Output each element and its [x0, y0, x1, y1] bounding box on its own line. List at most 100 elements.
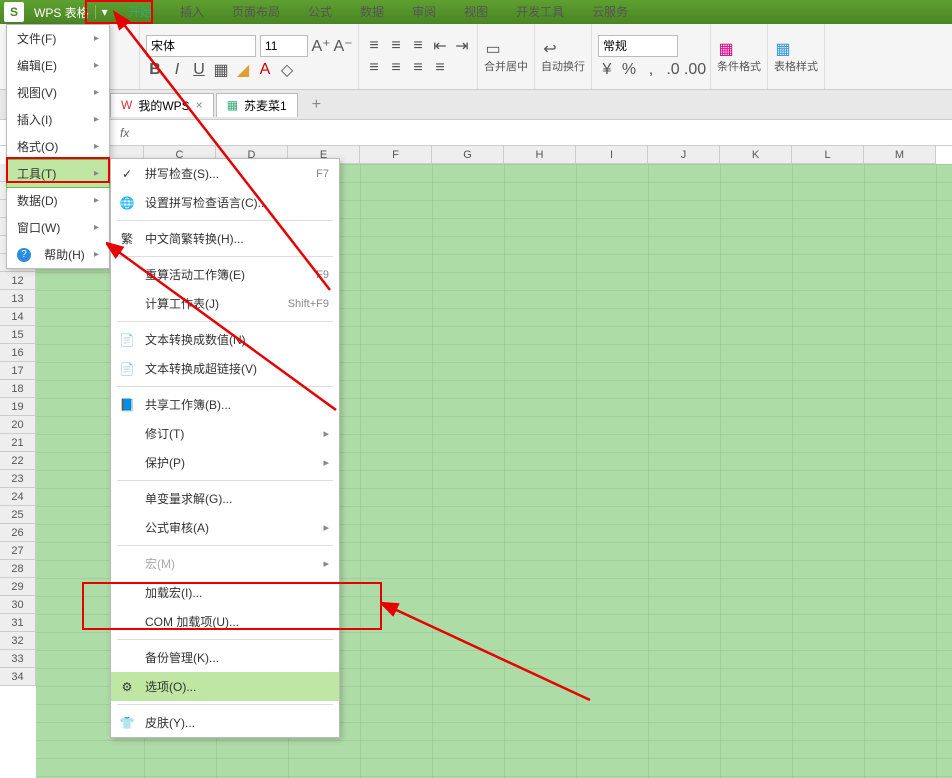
row-header[interactable]: 33: [0, 650, 36, 668]
menu-data[interactable]: 数据: [346, 0, 398, 24]
underline-icon[interactable]: U: [190, 61, 208, 79]
submenu-item[interactable]: 计算工作表(J)Shift+F9: [111, 289, 339, 318]
col-header[interactable]: J: [648, 146, 720, 164]
menu-view[interactable]: 视图: [450, 0, 502, 24]
table-style-icon[interactable]: ▦: [774, 40, 792, 58]
submenu-item[interactable]: 重算活动工作簿(E)F9: [111, 260, 339, 289]
row-header[interactable]: 13: [0, 290, 36, 308]
submenu-item[interactable]: 📄文本转换成超链接(V): [111, 354, 339, 383]
submenu-item[interactable]: 👕皮肤(Y)...: [111, 708, 339, 737]
row-header[interactable]: 18: [0, 380, 36, 398]
merge-label[interactable]: 合并居中: [484, 58, 528, 74]
row-header[interactable]: 27: [0, 542, 36, 560]
col-header[interactable]: K: [720, 146, 792, 164]
cond-format-icon[interactable]: ▦: [717, 40, 735, 58]
doc-tab-file[interactable]: ▦ 苏麦菜1: [216, 93, 298, 117]
menu-layout[interactable]: 页面布局: [218, 0, 294, 24]
italic-icon[interactable]: I: [168, 61, 186, 79]
align-center-icon[interactable]: ≡: [387, 59, 405, 77]
fx-icon[interactable]: fx: [110, 126, 139, 140]
add-tab-button[interactable]: +: [300, 96, 333, 114]
main-menu-item[interactable]: 插入(I)▸: [7, 106, 109, 133]
row-header[interactable]: 14: [0, 308, 36, 326]
number-format-select[interactable]: 常规: [598, 35, 678, 57]
font-name-select[interactable]: 宋体: [146, 35, 256, 57]
increase-font-icon[interactable]: A⁺: [312, 37, 330, 55]
row-header[interactable]: 22: [0, 452, 36, 470]
align-top-icon[interactable]: ≡: [365, 37, 383, 55]
menu-insert[interactable]: 插入: [166, 0, 218, 24]
submenu-item[interactable]: 繁中文简繁转换(H)...: [111, 224, 339, 253]
menu-review[interactable]: 审阅: [398, 0, 450, 24]
row-header[interactable]: 31: [0, 614, 36, 632]
decrease-font-icon[interactable]: A⁻: [334, 37, 352, 55]
submenu-item[interactable]: 修订(T)▸: [111, 419, 339, 448]
submenu-item[interactable]: 加载宏(I)...: [111, 578, 339, 607]
main-menu-item[interactable]: 文件(F)▸: [7, 25, 109, 52]
main-menu-item[interactable]: ?帮助(H)▸: [7, 241, 109, 268]
row-header[interactable]: 21: [0, 434, 36, 452]
submenu-item[interactable]: 保护(P)▸: [111, 448, 339, 477]
currency-icon[interactable]: ¥: [598, 61, 616, 79]
font-size-select[interactable]: 11: [260, 35, 308, 57]
col-header[interactable]: F: [360, 146, 432, 164]
row-header[interactable]: 12: [0, 272, 36, 290]
menu-home[interactable]: 开始: [114, 0, 166, 24]
fill-color-icon[interactable]: ◢: [234, 61, 252, 79]
submenu-item[interactable]: COM 加载项(U)...: [111, 607, 339, 636]
border-icon[interactable]: ▦: [212, 61, 230, 79]
row-header[interactable]: 23: [0, 470, 36, 488]
dec-dec-icon[interactable]: .00: [686, 61, 704, 79]
row-header[interactable]: 17: [0, 362, 36, 380]
col-header[interactable]: M: [864, 146, 936, 164]
menu-dev[interactable]: 开发工具: [502, 0, 578, 24]
col-header[interactable]: H: [504, 146, 576, 164]
main-menu-item[interactable]: 数据(D)▸: [7, 187, 109, 214]
col-header[interactable]: G: [432, 146, 504, 164]
main-menu-item[interactable]: 工具(T)▸: [6, 159, 110, 188]
col-header[interactable]: I: [576, 146, 648, 164]
close-icon[interactable]: ×: [196, 98, 203, 112]
row-header[interactable]: 16: [0, 344, 36, 362]
row-header[interactable]: 32: [0, 632, 36, 650]
main-menu-item[interactable]: 格式(O)▸: [7, 133, 109, 160]
indent-inc-icon[interactable]: ⇥: [453, 37, 471, 55]
row-header[interactable]: 25: [0, 506, 36, 524]
wrap-icon[interactable]: ↩: [541, 40, 559, 58]
row-header[interactable]: 26: [0, 524, 36, 542]
app-dropdown-icon[interactable]: ▾: [95, 5, 114, 19]
table-style-label[interactable]: 表格样式: [774, 58, 818, 74]
merge-icon[interactable]: ▭: [484, 40, 502, 58]
row-header[interactable]: 20: [0, 416, 36, 434]
percent-icon[interactable]: %: [620, 61, 638, 79]
main-menu-item[interactable]: 窗口(W)▸: [7, 214, 109, 241]
cond-format-label[interactable]: 条件格式: [717, 58, 761, 74]
row-header[interactable]: 30: [0, 596, 36, 614]
row-header[interactable]: 15: [0, 326, 36, 344]
doc-tab-mywps[interactable]: W 我的WPS ×: [110, 93, 214, 117]
submenu-item[interactable]: 公式审核(A)▸: [111, 513, 339, 542]
menu-cloud[interactable]: 云服务: [578, 0, 642, 24]
row-header[interactable]: 34: [0, 668, 36, 686]
submenu-item[interactable]: 单变量求解(G)...: [111, 484, 339, 513]
bold-icon[interactable]: B: [146, 61, 164, 79]
main-menu-item[interactable]: 视图(V)▸: [7, 79, 109, 106]
submenu-item[interactable]: 🌐设置拼写检查语言(C)...: [111, 188, 339, 217]
align-left-icon[interactable]: ≡: [365, 59, 383, 77]
submenu-item[interactable]: 备份管理(K)...: [111, 643, 339, 672]
col-header[interactable]: L: [792, 146, 864, 164]
align-right-icon[interactable]: ≡: [409, 59, 427, 77]
wrap-label[interactable]: 自动换行: [541, 58, 585, 74]
align-bot-icon[interactable]: ≡: [409, 37, 427, 55]
submenu-item[interactable]: ✓拼写检查(S)...F7: [111, 159, 339, 188]
clear-format-icon[interactable]: ◇: [278, 61, 296, 79]
menu-formula[interactable]: 公式: [294, 0, 346, 24]
submenu-item[interactable]: 📘共享工作簿(B)...: [111, 390, 339, 419]
align-mid-icon[interactable]: ≡: [387, 37, 405, 55]
main-menu-item[interactable]: 编辑(E)▸: [7, 52, 109, 79]
font-color-icon[interactable]: A: [256, 61, 274, 79]
indent-dec-icon[interactable]: ⇤: [431, 37, 449, 55]
justify-icon[interactable]: ≡: [431, 59, 449, 77]
dec-inc-icon[interactable]: .0: [664, 61, 682, 79]
submenu-item[interactable]: 📄文本转换成数值(N): [111, 325, 339, 354]
